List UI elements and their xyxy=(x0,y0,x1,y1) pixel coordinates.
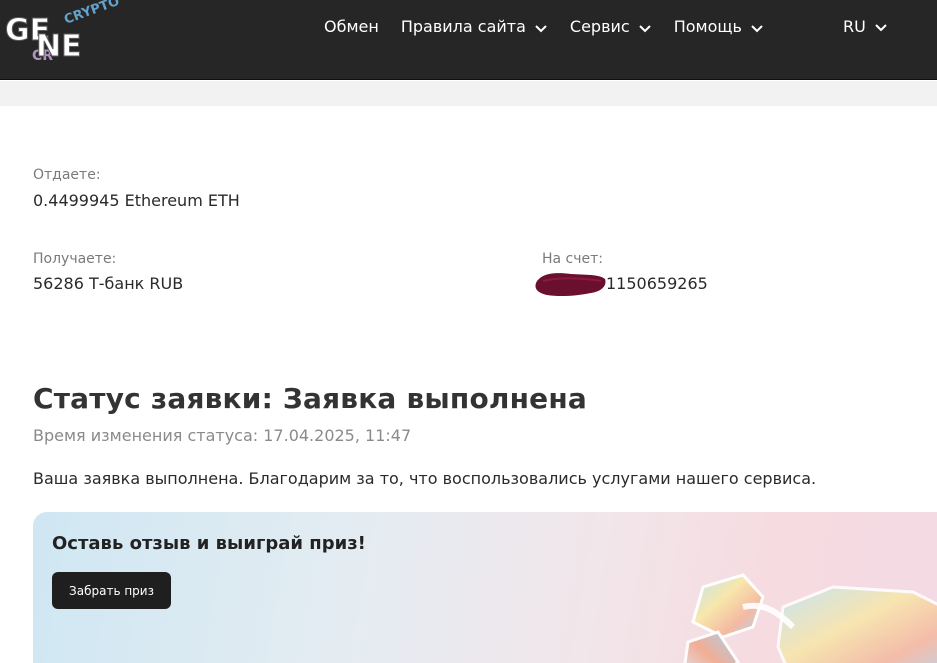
chevron-down-icon xyxy=(751,24,763,32)
chevron-down-icon xyxy=(535,24,547,32)
nav-item-label: Правила сайта xyxy=(400,17,526,36)
receive-label: Получаете: xyxy=(33,251,117,267)
chevron-down-icon xyxy=(875,23,887,31)
language-label: RU xyxy=(843,17,866,36)
receive-value: 56286 Т-банк RUB xyxy=(33,274,184,293)
status-changed-time: Время изменения статуса: 17.04.2025, 11:… xyxy=(33,426,412,445)
nav-item-label: Сервис xyxy=(569,17,630,36)
give-value: 0.4499945 Ethereum ETH xyxy=(33,191,240,210)
nav-item-site-rules[interactable]: Правила сайта xyxy=(401,17,548,36)
svg-text:CRYPTO: CRYPTO xyxy=(62,0,121,28)
review-promo-banner: Оставь отзыв и выиграй приз! Забрать при… xyxy=(33,512,937,663)
claim-prize-button[interactable]: Забрать приз xyxy=(52,572,171,609)
status-title: Статус заявки: Заявка выполнена xyxy=(33,382,587,415)
account-value: 1150659265 xyxy=(606,274,708,293)
top-navigation-bar: CRYPTO CR GE NE Обмен Правила сайта Серв… xyxy=(0,0,937,80)
main-nav: Обмен Правила сайта Сервис Помощь xyxy=(324,17,786,36)
nav-item-help[interactable]: Помощь xyxy=(674,17,764,36)
svg-text:NE: NE xyxy=(36,29,82,64)
promo-title: Оставь отзыв и выиграй приз! xyxy=(52,533,366,554)
account-label: На счет: xyxy=(542,251,604,267)
give-label: Отдаете: xyxy=(33,167,101,183)
redaction-scribble xyxy=(535,273,606,297)
language-selector[interactable]: RU xyxy=(843,17,888,36)
nav-item-service[interactable]: Сервис xyxy=(570,17,652,36)
status-message: Ваша заявка выполнена. Благодарим за то,… xyxy=(33,469,817,488)
chevron-down-icon xyxy=(638,24,651,32)
glass-shapes-illustration xyxy=(683,573,937,663)
site-logo[interactable]: CRYPTO CR GE NE xyxy=(4,0,124,70)
nav-item-label: Помощь xyxy=(673,17,742,36)
nav-item-label: Обмен xyxy=(324,17,379,36)
nav-item-exchange[interactable]: Обмен xyxy=(324,17,379,36)
breadcrumb-strip xyxy=(0,81,937,106)
